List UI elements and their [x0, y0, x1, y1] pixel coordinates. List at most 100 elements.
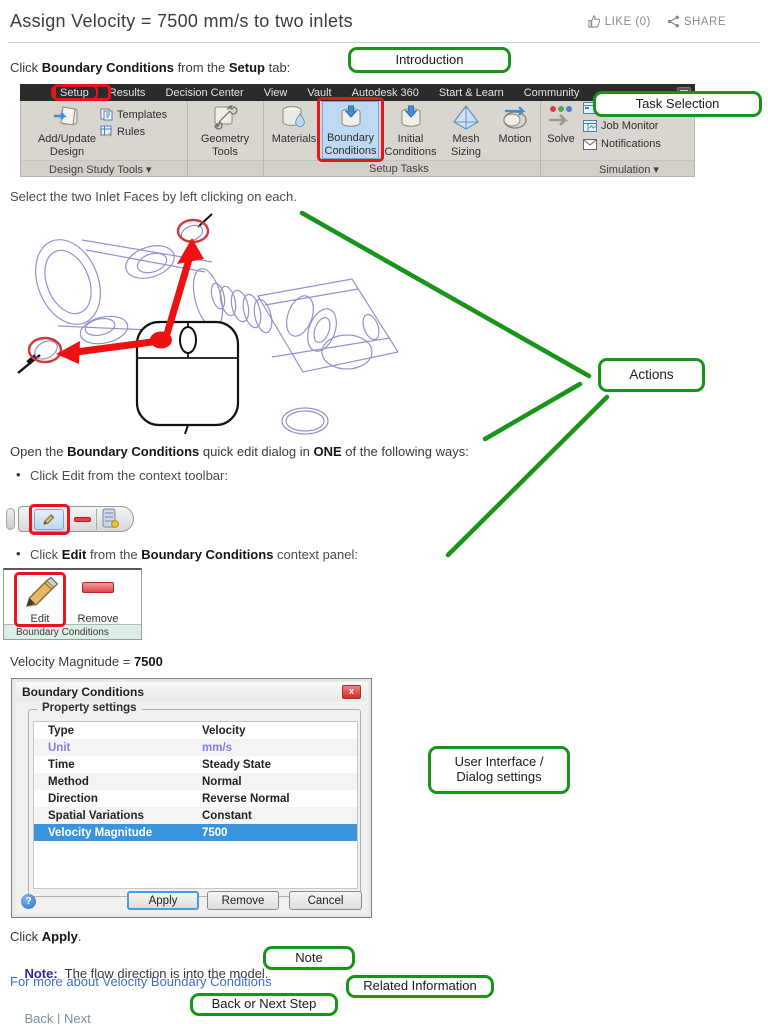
templates-label: Templates [117, 108, 168, 121]
tab-autodesk-360[interactable]: Autodesk 360 [342, 86, 429, 100]
related-info-link[interactable]: For more about Velocity Boundary Conditi… [10, 974, 272, 989]
bullet-icon: • [16, 546, 21, 561]
initial-conditions-icon [397, 101, 425, 133]
tab-vault[interactable]: Vault [297, 86, 341, 100]
rules-button[interactable]: Rules [100, 125, 145, 138]
edit-pencil-icon[interactable] [21, 576, 59, 612]
property-settings-label: Property settings [37, 702, 142, 714]
share-label: SHARE [683, 15, 726, 28]
next-link[interactable]: Next [64, 1011, 91, 1024]
geometry-tools-icon [211, 101, 239, 133]
open-dialog-text: Open the Boundary Conditions quick edit … [10, 444, 469, 459]
annotation-introduction: Introduction [348, 47, 511, 73]
group-setup-tasks: Setup Tasks [369, 163, 429, 175]
panel-divider [187, 101, 188, 177]
solve-label: Solve [547, 133, 575, 145]
job-monitor-icon [583, 120, 597, 132]
initial-conditions-button[interactable]: Initial Conditions [383, 101, 438, 159]
table-row-unit[interactable]: Unit mm/s [34, 739, 357, 756]
solve-button[interactable]: Solve [543, 101, 579, 159]
templates-button[interactable]: Templates [100, 108, 167, 121]
page-title: Assign Velocity = 7500 mm/s to two inlet… [10, 11, 353, 31]
cancel-button[interactable]: Cancel [289, 891, 362, 910]
geometry-tools-button[interactable]: Geometry Tools [192, 101, 258, 159]
thumbs-up-icon [588, 15, 600, 28]
table-row-spatial-variations[interactable]: Spatial Variations Constant [34, 807, 357, 824]
table-row-velocity-magnitude[interactable]: Velocity Magnitude 7500 [34, 824, 357, 841]
share-icon [667, 15, 679, 28]
tutorial-page: Assign Velocity = 7500 mm/s to two inlet… [0, 0, 768, 1024]
materials-button[interactable]: Materials [268, 101, 320, 159]
annotation-ui-dialog-settings: User Interface / Dialog settings [428, 746, 570, 794]
edit-pencil-icon [43, 513, 55, 525]
annotation-note: Note [263, 946, 355, 970]
context-toolbar-settings-button[interactable] [102, 508, 119, 534]
velocity-magnitude-text: Velocity Magnitude = 7500 [10, 654, 163, 669]
motion-icon [499, 101, 531, 133]
mesh-sizing-button[interactable]: Mesh Sizing [441, 101, 491, 159]
remove-button[interactable]: Remove [207, 891, 279, 910]
help-icon[interactable]: ? [21, 894, 36, 909]
close-icon[interactable]: x [342, 684, 361, 699]
click-apply-text: Click Apply. [10, 929, 82, 944]
materials-label: Materials [271, 133, 317, 145]
geometry-tools-label: Geometry Tools [200, 133, 250, 158]
table-row-time[interactable]: Time Steady State [34, 756, 357, 773]
job-monitor-button[interactable]: Job Monitor [583, 120, 658, 132]
notifications-icon [583, 138, 597, 150]
context-panel-title: Boundary Conditions [4, 624, 141, 639]
notifications-label: Notifications [601, 138, 661, 150]
context-toolbar-edit-button[interactable] [34, 509, 64, 530]
materials-icon [279, 101, 309, 133]
cabinet-icon [102, 508, 119, 528]
share-button[interactable]: SHARE [667, 15, 726, 28]
context-toolbar-remove-button[interactable] [74, 517, 91, 522]
tab-setup[interactable]: Setup [50, 84, 99, 100]
boundary-conditions-icon [337, 102, 365, 132]
boundary-conditions-dialog: Boundary Conditions x Property settings … [11, 678, 372, 918]
table-row-method[interactable]: Method Normal [34, 773, 357, 790]
panel-divider [263, 101, 264, 177]
add-update-design-button[interactable]: Add/Update Design [28, 101, 106, 159]
dialog-title: Boundary Conditions [22, 684, 144, 699]
group-design-study-tools[interactable]: Design Study Tools ▾ [49, 163, 152, 176]
table-row-type[interactable]: Type Velocity [34, 722, 357, 739]
table-row-direction[interactable]: Direction Reverse Normal [34, 790, 357, 807]
click-arrows [56, 238, 204, 364]
social-actions: LIKE (0) SHARE [588, 15, 726, 28]
like-button[interactable]: LIKE (0) [588, 15, 651, 28]
mouse-icon [135, 320, 240, 435]
group-simulation[interactable]: Simulation ▾ [599, 163, 659, 176]
tab-community[interactable]: Community [514, 86, 590, 100]
like-label: LIKE (0) [604, 15, 651, 28]
select-inlets-text: Select the two Inlet Faces by left click… [10, 189, 297, 204]
apply-button[interactable]: Apply [127, 891, 199, 910]
back-link[interactable]: Back [24, 1011, 53, 1024]
remove-bar-icon[interactable] [82, 582, 114, 593]
add-update-design-label: Add/Update Design [37, 133, 97, 158]
boundary-conditions-button[interactable]: Boundary Conditions [322, 101, 379, 159]
boundary-conditions-label: Boundary Conditions [324, 132, 377, 158]
mesh-sizing-label: Mesh Sizing [451, 133, 481, 158]
tab-start-learn[interactable]: Start & Learn [429, 86, 514, 100]
motion-button[interactable]: Motion [493, 101, 537, 159]
annotation-actions: Actions [598, 358, 705, 392]
tab-decision-center[interactable]: Decision Center [155, 86, 253, 100]
notifications-button[interactable]: Notifications [583, 138, 661, 150]
mesh-sizing-icon [451, 101, 481, 133]
annotation-task-selection: Task Selection [593, 91, 762, 117]
context-toolbar-grip[interactable] [6, 508, 15, 530]
divider [8, 42, 760, 43]
boundary-conditions-context-panel: Edit Remove Boundary Conditions [3, 568, 142, 640]
annotation-lines [299, 210, 610, 558]
property-table: Type Velocity Unit mm/s Time Steady State M… [33, 721, 358, 889]
dialog-title-bar[interactable]: Boundary Conditions x [16, 682, 367, 701]
bullet-context-panel: Click Edit from the Boundary Conditions … [30, 547, 358, 562]
initial-conditions-label: Initial Conditions [384, 133, 437, 158]
panel-divider [540, 101, 541, 177]
tab-results[interactable]: Results [99, 86, 156, 100]
templates-icon [100, 108, 113, 121]
tab-view[interactable]: View [254, 86, 298, 100]
motion-label: Motion [498, 133, 532, 145]
inlet-markers [17, 213, 213, 374]
